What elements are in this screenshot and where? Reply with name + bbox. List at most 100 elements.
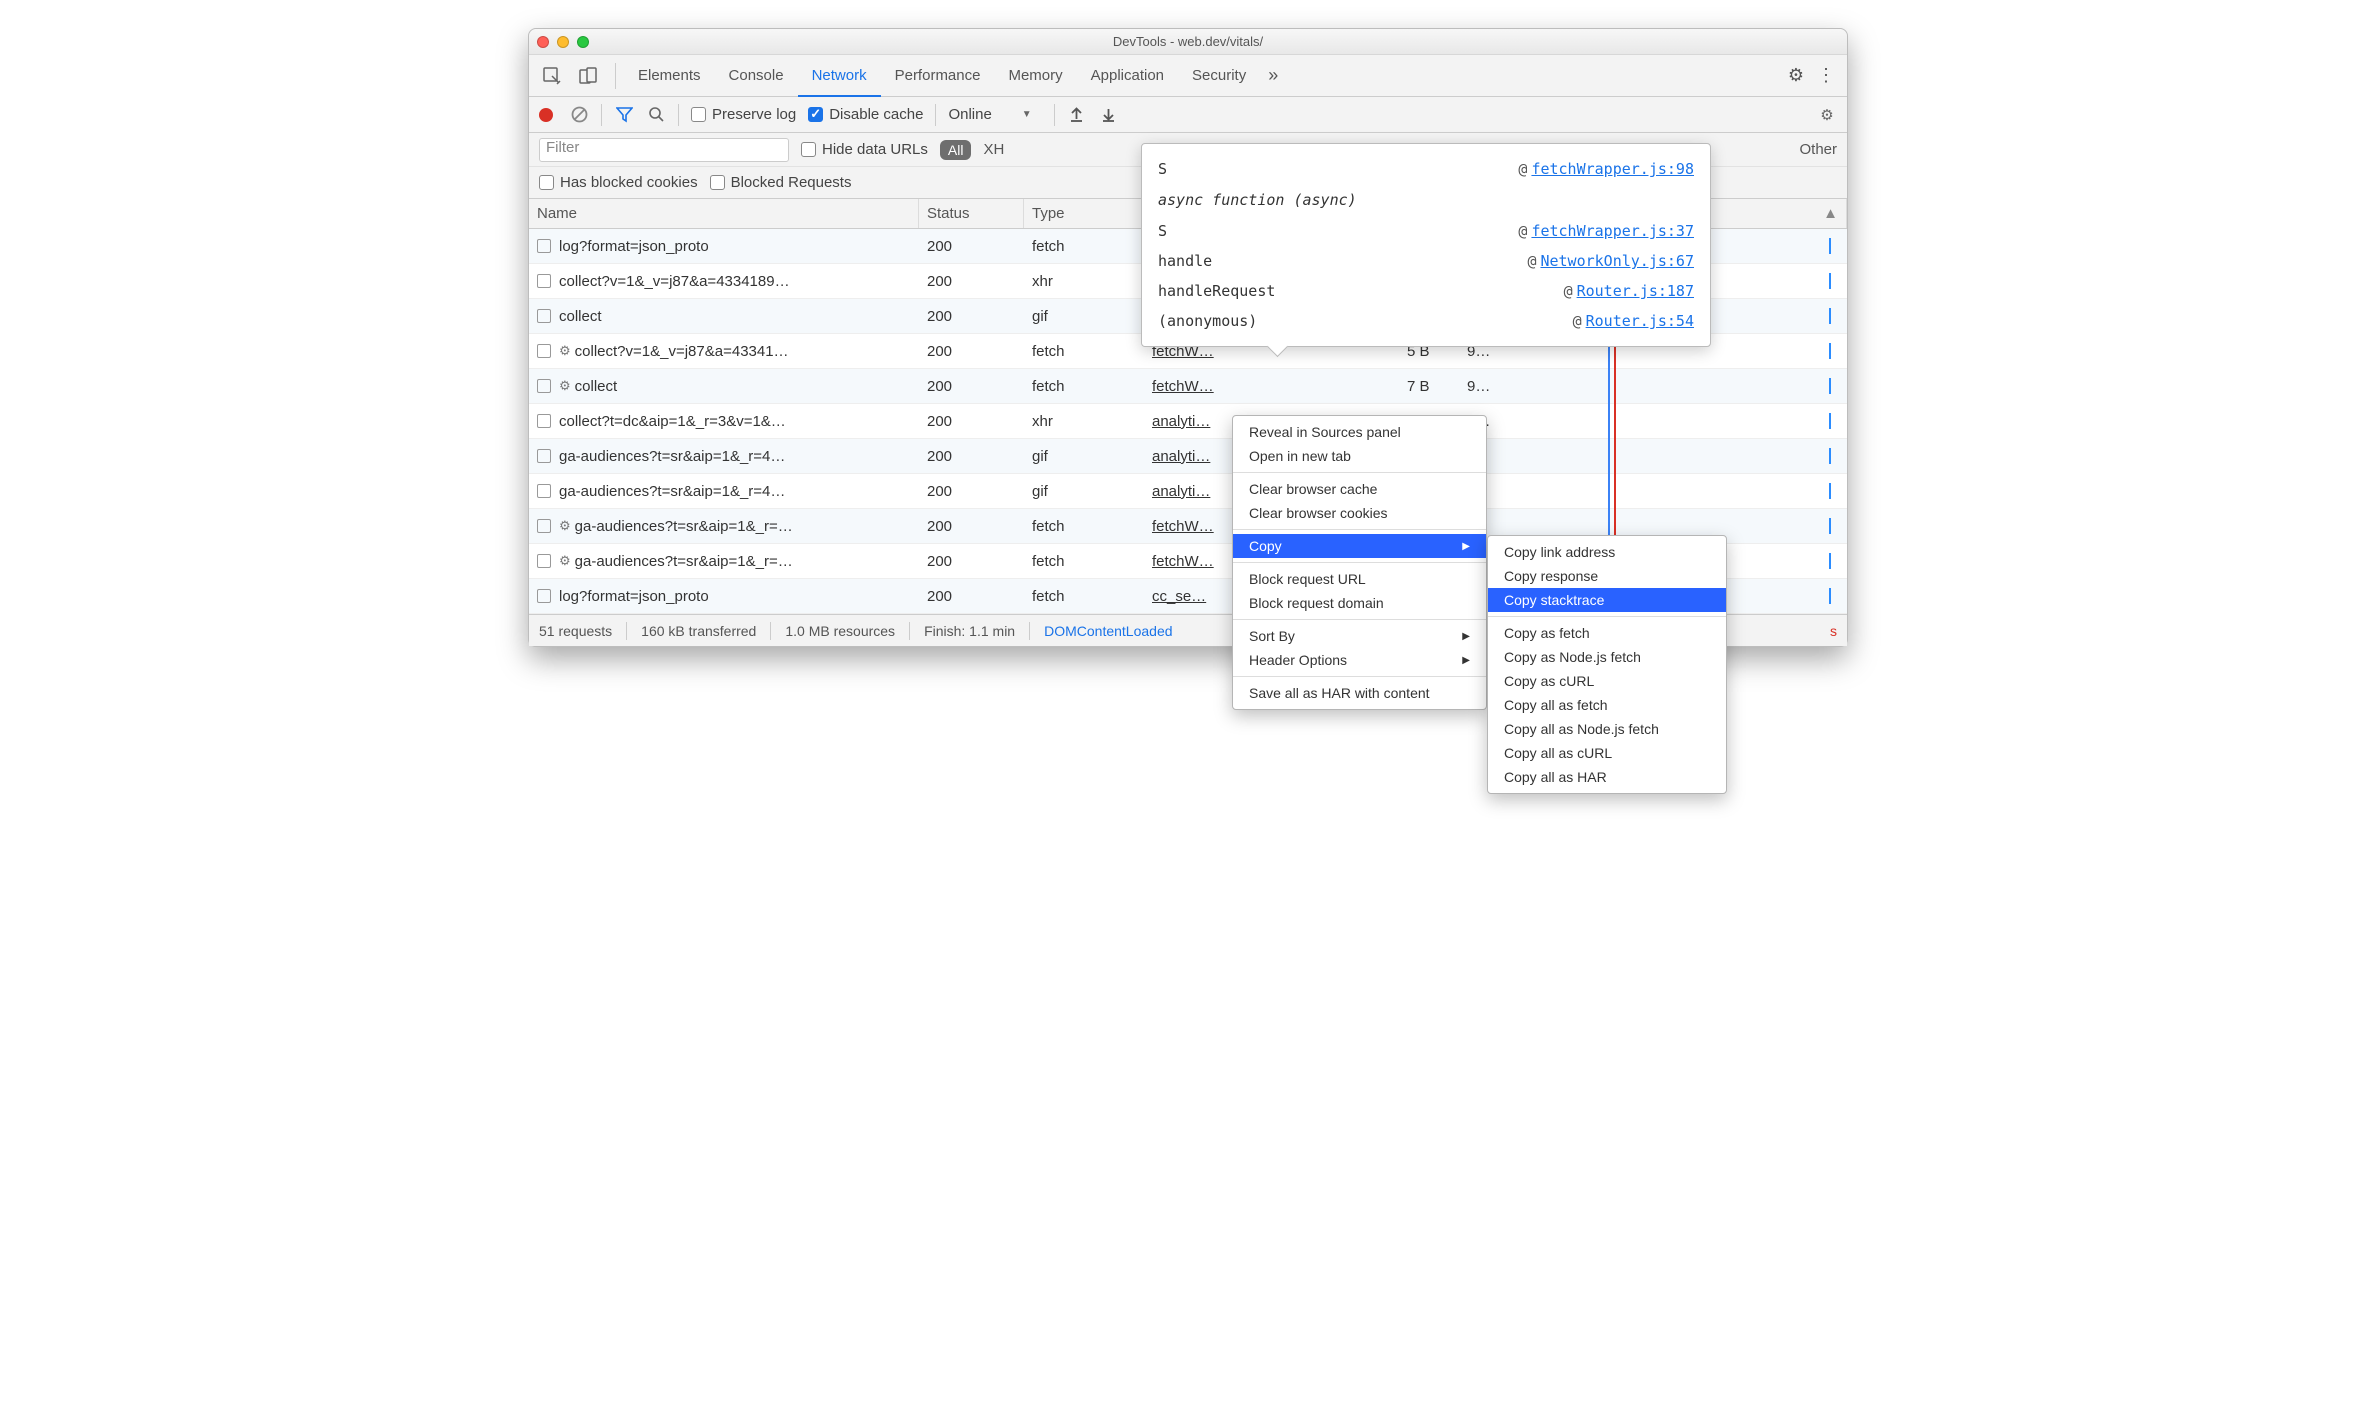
device-toggle-icon[interactable] [571,59,605,93]
throttling-select[interactable]: Online▼ [948,106,1041,123]
row-checkbox[interactable] [537,554,551,568]
col-type[interactable]: Type [1024,199,1144,228]
tab-elements[interactable]: Elements [624,55,715,97]
devtools-window: DevTools - web.dev/vitals/ ElementsConso… [528,28,1848,647]
stack-fn: handle [1158,246,1212,276]
window-title: DevTools - web.dev/vitals/ [529,34,1847,49]
request-status: 200 [919,474,1024,508]
request-waterfall [1509,439,1847,473]
inspect-icon[interactable] [535,59,569,93]
menu-item[interactable]: Block request URL [1233,567,1486,591]
row-checkbox[interactable] [537,309,551,323]
has-blocked-cookies-checkbox[interactable]: Has blocked cookies [539,174,698,191]
request-waterfall [1509,369,1847,403]
preserve-log-checkbox[interactable]: Preserve log [691,106,796,123]
clear-icon[interactable] [569,105,589,125]
menu-item[interactable]: Sort By▶ [1233,624,1486,648]
row-checkbox[interactable] [537,274,551,288]
menu-item[interactable]: Copy all as HAR [1488,765,1726,789]
menu-item[interactable]: Block request domain [1233,591,1486,615]
tab-performance[interactable]: Performance [881,55,995,97]
request-status: 200 [919,229,1024,263]
stack-link[interactable]: fetchWrapper.js:37 [1531,222,1694,240]
filter-type-xhr[interactable]: XH [983,141,1004,158]
request-type: fetch [1024,544,1144,578]
col-status[interactable]: Status [919,199,1024,228]
download-icon[interactable] [1099,105,1119,125]
context-menu[interactable]: Reveal in Sources panelOpen in new tab Cl… [1232,415,1487,710]
menu-item[interactable]: Copy as Node.js fetch [1488,645,1726,669]
upload-icon[interactable] [1067,105,1087,125]
request-name: collect?v=1&_v=j87&a=4334189… [559,273,790,290]
tab-memory[interactable]: Memory [994,55,1076,97]
filter-all-pill[interactable]: All [940,140,972,160]
menu-item[interactable]: Copy all as fetch [1488,693,1726,717]
stack-fn: S [1158,216,1167,246]
tab-security[interactable]: Security [1178,55,1260,97]
request-type: fetch [1024,229,1144,263]
menu-item[interactable]: Copy as fetch [1488,621,1726,645]
filter-input[interactable]: Filter [539,138,789,162]
menu-item[interactable]: Copy stacktrace [1488,588,1726,612]
request-waterfall [1509,474,1847,508]
menu-item[interactable]: Copy all as Node.js fetch [1488,717,1726,741]
col-name[interactable]: Name [529,199,919,228]
row-checkbox[interactable] [537,519,551,533]
submenu-arrow-icon: ▶ [1462,541,1470,552]
request-type: fetch [1024,509,1144,543]
network-toolbar: Preserve log Disable cache Online▼ ⚙ [529,97,1847,133]
row-checkbox[interactable] [537,344,551,358]
initiator-stacktrace-popover: S@fetchWrapper.js:98 async function (asy… [1141,143,1711,347]
menu-item[interactable]: Header Options▶ [1233,648,1486,672]
request-name: log?format=json_proto [559,588,709,605]
stack-link[interactable]: NetworkOnly.js:67 [1540,252,1694,270]
status-dcl: DOMContentLoaded [1044,623,1172,639]
kebab-menu-icon[interactable]: ⋮ [1811,65,1841,86]
more-tabs-icon[interactable]: » [1260,65,1286,86]
row-checkbox[interactable] [537,379,551,393]
table-row[interactable]: ga-audiences?t=sr&aip=1&_r=4…200gifanaly… [529,439,1847,474]
copy-submenu[interactable]: Copy link addressCopy responseCopy stack… [1487,535,1727,794]
network-settings-gear-icon[interactable]: ⚙ [1817,105,1837,125]
request-initiator[interactable]: fetchW… [1144,369,1399,403]
tab-network[interactable]: Network [798,55,881,97]
settings-gear-icon[interactable]: ⚙ [1781,65,1811,86]
main-tabs: ElementsConsoleNetworkPerformanceMemoryA… [529,55,1847,97]
filter-icon[interactable] [614,105,634,125]
search-icon[interactable] [646,105,666,125]
menu-item[interactable]: Clear browser cache [1233,477,1486,501]
tab-console[interactable]: Console [715,55,798,97]
hide-data-urls-checkbox[interactable]: Hide data URLs [801,141,928,158]
request-type: xhr [1024,404,1144,438]
tab-application[interactable]: Application [1077,55,1178,97]
row-checkbox[interactable] [537,449,551,463]
menu-item[interactable]: Copy link address [1488,540,1726,564]
request-type: xhr [1024,264,1144,298]
menu-item[interactable]: Copy all as cURL [1488,741,1726,765]
stack-link[interactable]: Router.js:54 [1586,312,1694,330]
service-worker-gear-icon: ⚙ [559,553,571,569]
menu-item[interactable]: Copy▶ [1233,534,1486,558]
request-name: collect [575,378,618,395]
disable-cache-checkbox[interactable]: Disable cache [808,106,923,123]
menu-item[interactable]: Open in new tab [1233,444,1486,468]
service-worker-gear-icon: ⚙ [559,518,571,534]
row-checkbox[interactable] [537,239,551,253]
table-row[interactable]: ga-audiences?t=sr&aip=1&_r=4…200gifanaly… [529,474,1847,509]
row-checkbox[interactable] [537,589,551,603]
stack-link[interactable]: Router.js:187 [1577,282,1694,300]
table-row[interactable]: ⚙collect200fetchfetchW…7 B9… [529,369,1847,404]
menu-item[interactable]: Save all as HAR with content [1233,681,1486,705]
filter-type-other[interactable]: Other [1799,141,1837,158]
menu-item[interactable]: Reveal in Sources panel [1233,420,1486,444]
stack-link[interactable]: fetchWrapper.js:98 [1531,160,1694,178]
menu-item[interactable]: Copy as cURL [1488,669,1726,693]
blocked-requests-checkbox[interactable]: Blocked Requests [710,174,852,191]
row-checkbox[interactable] [537,414,551,428]
table-row[interactable]: collect?t=dc&aip=1&_r=3&v=1&…200xhranaly… [529,404,1847,439]
record-icon[interactable] [539,108,553,122]
status-resources: 1.0 MB resources [785,623,895,639]
menu-item[interactable]: Copy response [1488,564,1726,588]
menu-item[interactable]: Clear browser cookies [1233,501,1486,525]
row-checkbox[interactable] [537,484,551,498]
